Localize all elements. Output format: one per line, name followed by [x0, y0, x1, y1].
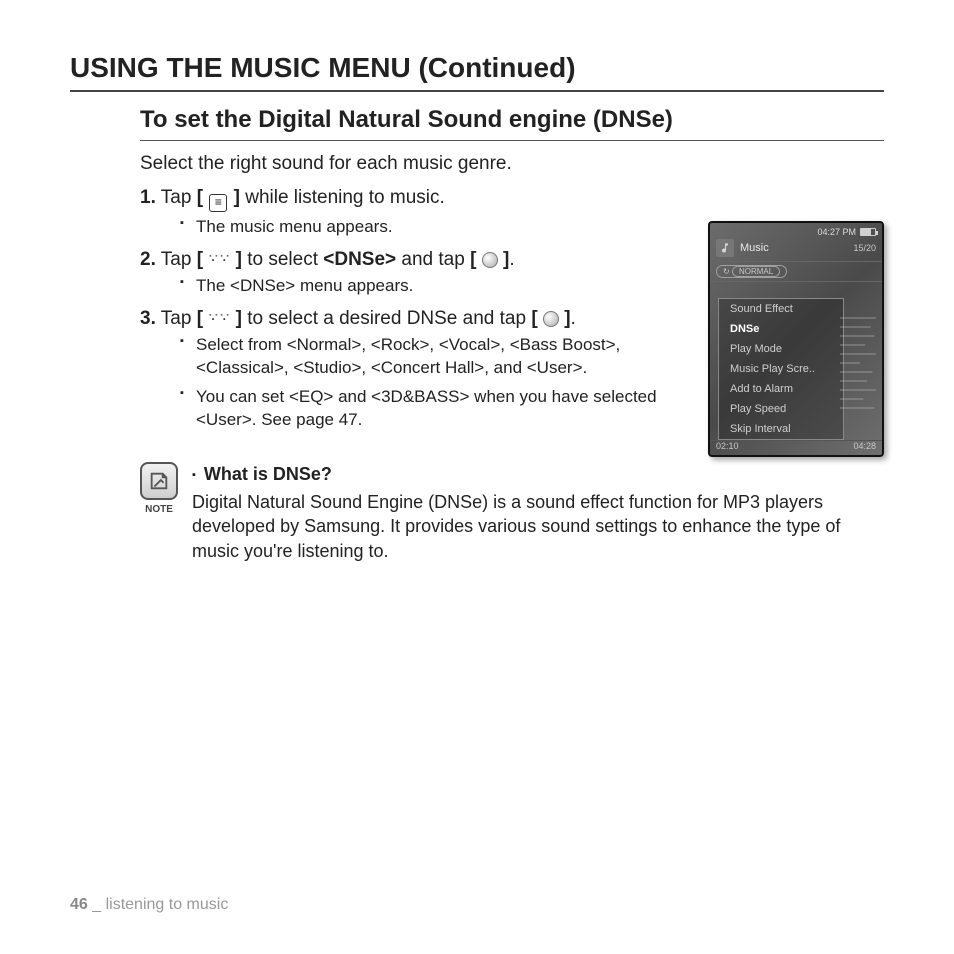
device-title: Music [740, 242, 769, 254]
subtitle-divider [140, 140, 884, 141]
device-menu-item: Skip Interval [719, 419, 843, 439]
page-number: 46 [70, 896, 88, 913]
note-icon [140, 462, 178, 500]
lead-text: Select the right sound for each music ge… [140, 153, 884, 175]
select-icon [543, 311, 559, 327]
total-time: 04:28 [853, 441, 876, 451]
section-heading: To set the Digital Natural Sound engine … [140, 106, 884, 134]
body-wrap: 1. Tap [ ≡ ] while listening to music.Th… [140, 187, 884, 432]
step-2: 2. Tap [ ˙·˙ ˙·˙ ] to select <DNSe> and … [140, 249, 700, 298]
step-1: 1. Tap [ ≡ ] while listening to music.Th… [140, 187, 700, 239]
device-screenshot: 04:27 PM Music 15/20 ↻ NORMAL [708, 221, 884, 457]
up-down-icon: ˙·˙ ˙·˙ [208, 253, 230, 267]
title-divider [70, 90, 884, 92]
note-text: Digital Natural Sound Engine (DNSe) is a… [192, 490, 884, 563]
device-time-bar: 02:10 04:28 [710, 440, 882, 451]
note-block: NOTE What is DNSe? Digital Natural Sound… [140, 462, 884, 563]
device-menu-item: Add to Alarm [719, 379, 843, 399]
page-title: USING THE MUSIC MENU (Continued) [70, 52, 884, 84]
waveform-graphic [840, 303, 876, 423]
step-number: 1. [140, 187, 156, 208]
step-sublist: The <DNSe> menu appears. [180, 275, 700, 298]
sub-item: Select from <Normal>, <Rock>, <Vocal>, <… [180, 334, 700, 380]
step-sublist: The music menu appears. [180, 216, 700, 239]
device-menu-list: Sound EffectDNSePlay ModeMusic Play Scre… [718, 298, 844, 440]
note-heading: What is DNSe? [192, 462, 884, 486]
battery-icon [860, 228, 876, 236]
up-down-icon: ˙·˙ ˙·˙ [208, 312, 230, 326]
device-menu-item: Play Mode [719, 339, 843, 359]
music-note-icon [716, 239, 734, 257]
step-sublist: Select from <Normal>, <Rock>, <Vocal>, <… [180, 334, 700, 432]
sub-item: You can set <EQ> and <3D&BASS> when you … [180, 386, 700, 432]
content-block: To set the Digital Natural Sound engine … [140, 106, 884, 432]
page-footer: 46 _ listening to music [70, 896, 228, 914]
device-title-row: Music 15/20 [710, 239, 882, 262]
sub-item: The music menu appears. [180, 216, 700, 239]
repeat-normal-badge: ↻ NORMAL [716, 265, 787, 278]
device-menu-item: Music Play Scre.. [719, 359, 843, 379]
footer-sep: _ [88, 896, 106, 913]
step-list: 1. Tap [ ≡ ] while listening to music.Th… [140, 187, 700, 432]
device-clock: 04:27 PM [817, 227, 856, 237]
chapter-name: listening to music [106, 896, 229, 913]
menu-icon: ≡ [209, 194, 227, 212]
note-body: What is DNSe? Digital Natural Sound Engi… [192, 462, 884, 563]
select-icon [482, 252, 498, 268]
elapsed-time: 02:10 [716, 441, 739, 451]
manual-page: USING THE MUSIC MENU (Continued) To set … [0, 0, 954, 954]
steps-column: 1. Tap [ ≡ ] while listening to music.Th… [140, 187, 700, 432]
note-badge: NOTE [140, 462, 178, 563]
note-label: NOTE [140, 504, 178, 515]
device-menu-item: Sound Effect [719, 299, 843, 319]
sub-item: The <DNSe> menu appears. [180, 275, 700, 298]
step-number: 2. [140, 249, 156, 270]
step-number: 3. [140, 308, 156, 329]
device-mode-badge-row: ↻ NORMAL [710, 262, 882, 282]
device-status-bar: 04:27 PM [710, 223, 882, 239]
device-menu-item: Play Speed [719, 399, 843, 419]
step-3: 3. Tap [ ˙·˙ ˙·˙ ] to select a desired D… [140, 308, 700, 432]
device-track-count: 15/20 [853, 243, 876, 253]
device-menu-item: DNSe [719, 319, 843, 339]
